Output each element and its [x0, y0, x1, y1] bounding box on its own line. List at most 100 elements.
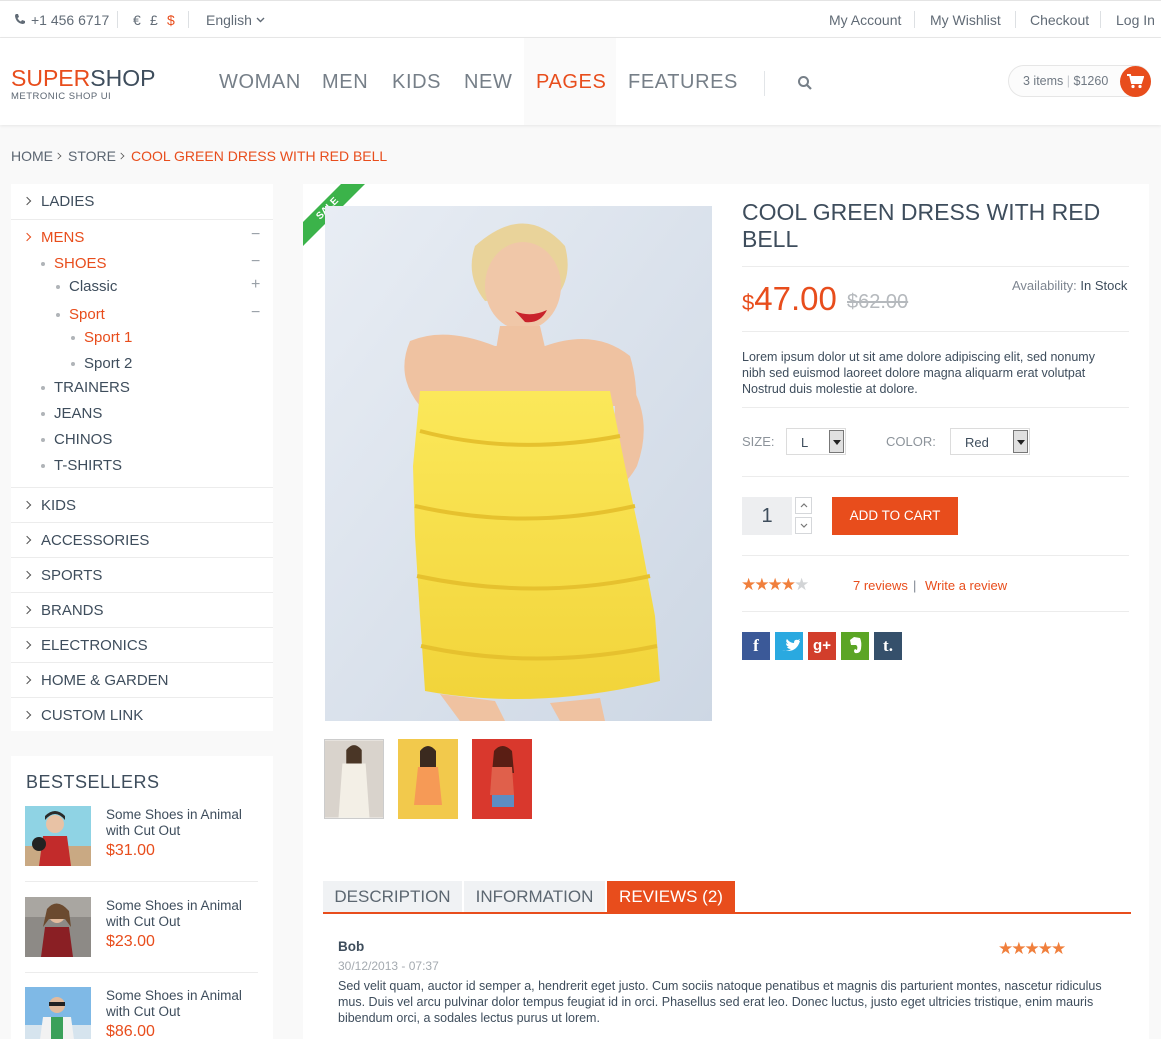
- google-plus-icon[interactable]: g+: [808, 632, 836, 660]
- size-select[interactable]: L: [786, 428, 846, 455]
- bestseller-image[interactable]: [25, 987, 91, 1039]
- chevron-right-icon: [54, 152, 62, 160]
- star-filled-icon: ★: [741, 575, 756, 594]
- breadcrumb-store[interactable]: STORE: [68, 148, 116, 164]
- reviews-count-link[interactable]: 7 reviews: [853, 578, 908, 593]
- quantity-increase[interactable]: [795, 497, 812, 514]
- reviews-separator: |: [913, 578, 917, 593]
- logo-subtitle: METRONIC SHOP UI: [11, 91, 112, 102]
- currency-gbp[interactable]: £: [150, 12, 158, 28]
- sidebar-sub-chinos[interactable]: CHINOS: [54, 431, 112, 448]
- sidebar-sub-trainers[interactable]: TRAINERS: [54, 379, 130, 396]
- product-title: COOL GREEN DRESS WITH RED BELL: [742, 199, 1101, 252]
- product-thumbnail[interactable]: [472, 739, 532, 819]
- language-select[interactable]: English: [206, 12, 252, 28]
- review-text: Sed velit quam, auctor id semper a, hend…: [338, 979, 1102, 1025]
- chevron-down-icon: [800, 523, 808, 528]
- sidebar-sub-tshirts[interactable]: T-SHIRTS: [54, 457, 122, 474]
- bestsellers-title: BESTSELLERS: [26, 772, 160, 792]
- category-sidebar: LADIES MENS − SHOES − Classic + Sport − …: [11, 184, 273, 731]
- review-date: 30/12/2013 - 07:37: [338, 959, 439, 973]
- dropdown-arrow-icon: [1013, 430, 1028, 453]
- my-account-link[interactable]: My Account: [829, 12, 901, 28]
- sidebar-item-home-garden[interactable]: HOME & GARDEN: [11, 662, 273, 697]
- chevron-right-icon: [22, 196, 32, 206]
- sidebar-item-ladies[interactable]: LADIES: [11, 184, 273, 219]
- star-filled-icon: ★: [1011, 939, 1026, 958]
- star-filled-icon: ★: [780, 575, 796, 594]
- bestseller-image[interactable]: [25, 897, 91, 957]
- nav-woman[interactable]: WOMAN: [219, 71, 301, 94]
- nav-new[interactable]: NEW: [464, 71, 512, 94]
- tab-reviews[interactable]: REVIEWS (2): [607, 881, 735, 913]
- chevron-right-icon: [22, 605, 32, 615]
- chevron-down-icon: [256, 17, 265, 23]
- currency-eur[interactable]: €: [133, 12, 141, 28]
- tab-description[interactable]: DESCRIPTION: [323, 881, 462, 913]
- chevron-right-icon: [22, 675, 32, 685]
- sidebar-sub-sport-1[interactable]: Sport 1: [84, 329, 132, 346]
- top-bar: +1 456 6717 € £ $ English My Account My …: [0, 1, 1161, 38]
- write-review-link[interactable]: Write a review: [925, 578, 1007, 593]
- chevron-right-icon: [22, 232, 32, 242]
- bestseller-name[interactable]: Some Shoes in Animal with Cut Out: [106, 988, 256, 1020]
- nav-men[interactable]: MEN: [322, 71, 368, 94]
- sidebar-sub-shoes[interactable]: SHOES: [54, 255, 107, 272]
- tab-underline: [323, 912, 1131, 914]
- breadcrumb-current: COOL GREEN DRESS WITH RED BELL: [131, 148, 388, 164]
- star-filled-icon: ★: [998, 939, 1013, 958]
- product-thumbnail[interactable]: [398, 739, 458, 819]
- facebook-icon[interactable]: f: [742, 632, 770, 660]
- sidebar-sub-classic[interactable]: Classic: [69, 278, 117, 295]
- quantity-input[interactable]: 1: [742, 497, 792, 535]
- product-thumbnail[interactable]: [324, 739, 384, 819]
- bestseller-price: $86.00: [106, 1023, 155, 1039]
- search-icon[interactable]: [797, 75, 813, 91]
- breadcrumb-home[interactable]: HOME: [11, 148, 53, 164]
- bestseller-name[interactable]: Some Shoes in Animal with Cut Out: [106, 807, 256, 839]
- logo[interactable]: SUPERSHOP: [11, 65, 155, 92]
- collapse-icon[interactable]: −: [251, 304, 260, 322]
- sidebar-sub-jeans[interactable]: JEANS: [54, 405, 102, 422]
- sidebar-item-mens[interactable]: MENS − SHOES − Classic + Sport − Sport 1…: [11, 219, 273, 487]
- star-filled-icon: ★: [767, 575, 783, 594]
- add-to-cart-button[interactable]: ADD TO CART: [832, 497, 958, 535]
- color-select[interactable]: Red: [950, 428, 1030, 455]
- my-wishlist-link[interactable]: My Wishlist: [930, 12, 1001, 28]
- sidebar-sub-sport-2[interactable]: Sport 2: [84, 355, 132, 372]
- quantity-decrease[interactable]: [795, 517, 812, 534]
- star-filled-icon: ★: [1037, 939, 1053, 958]
- evernote-icon[interactable]: [841, 632, 869, 660]
- collapse-icon[interactable]: −: [251, 253, 260, 271]
- twitter-icon[interactable]: [775, 632, 803, 660]
- login-link[interactable]: Log In: [1116, 12, 1155, 28]
- sidebar-item-custom-link[interactable]: CUSTOM LINK: [11, 697, 273, 732]
- sidebar-item-brands[interactable]: BRANDS: [11, 592, 273, 627]
- cart-items-count: 3 items: [1023, 74, 1064, 88]
- product-main-image[interactable]: [325, 206, 712, 721]
- star-filled-icon: ★: [754, 575, 769, 594]
- product-old-price: $62.00: [847, 291, 909, 313]
- sidebar-item-accessories[interactable]: ACCESSORIES: [11, 522, 273, 557]
- phone-icon: [15, 14, 25, 24]
- nav-kids[interactable]: KIDS: [392, 71, 441, 94]
- bestseller-name[interactable]: Some Shoes in Animal with Cut Out: [106, 898, 256, 930]
- tab-information[interactable]: INFORMATION: [464, 881, 605, 913]
- cart-button[interactable]: [1120, 66, 1151, 97]
- sidebar-item-electronics[interactable]: ELECTRONICS: [11, 627, 273, 662]
- dropdown-arrow-icon: [829, 430, 844, 453]
- tumblr-icon[interactable]: t.: [874, 632, 902, 660]
- sidebar-item-sports[interactable]: SPORTS: [11, 557, 273, 592]
- sidebar-sub-sport[interactable]: Sport: [69, 306, 105, 323]
- expand-icon[interactable]: +: [251, 276, 260, 294]
- chevron-right-icon: [117, 152, 125, 160]
- nav-pages[interactable]: PAGES: [536, 71, 606, 94]
- nav-features[interactable]: FEATURES: [628, 71, 738, 94]
- color-label: COLOR:: [886, 434, 936, 449]
- bestseller-image[interactable]: [25, 806, 91, 866]
- checkout-link[interactable]: Checkout: [1030, 12, 1089, 28]
- star-filled-icon: ★: [1051, 939, 1066, 958]
- collapse-icon[interactable]: −: [251, 226, 260, 244]
- sidebar-item-kids[interactable]: KIDS: [11, 487, 273, 522]
- currency-usd[interactable]: $: [167, 12, 175, 28]
